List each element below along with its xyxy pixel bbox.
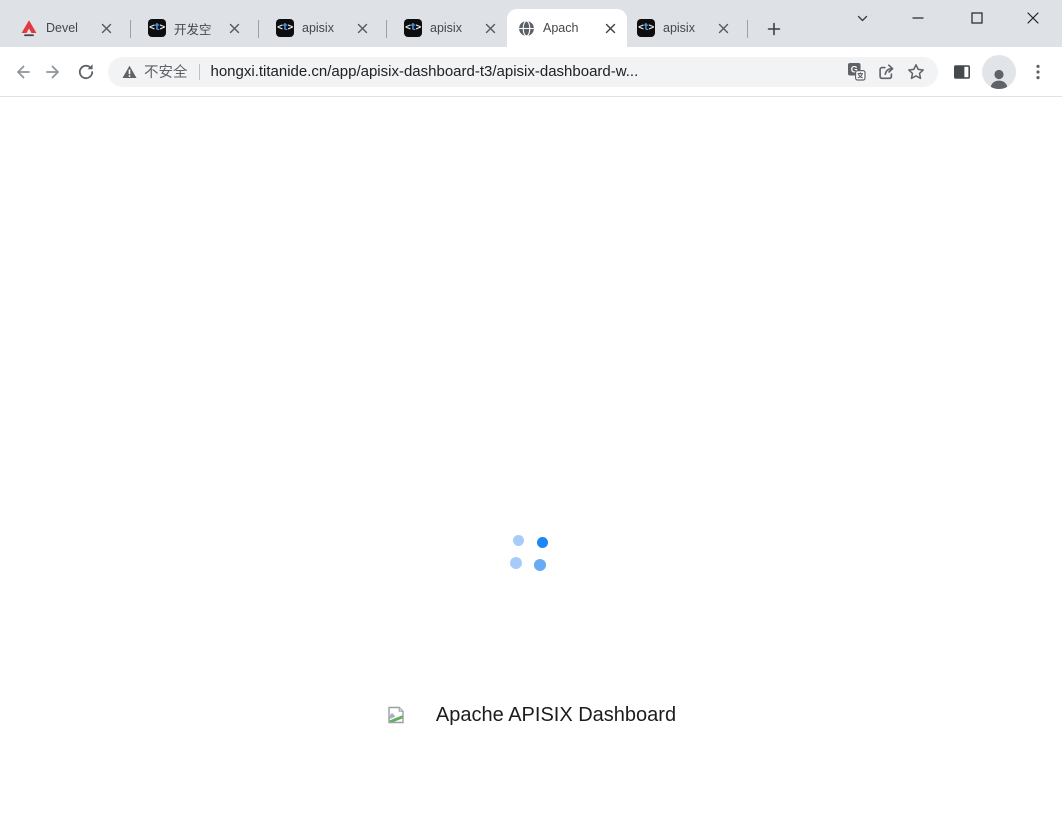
maximize-button[interactable] (965, 6, 989, 30)
page-content: Apache APISIX Dashboard (0, 97, 1062, 814)
tab-apisix-1[interactable]: <t> apisix (266, 9, 379, 47)
titanide-favicon-icon: <t> (637, 19, 655, 37)
new-tab-button[interactable] (761, 16, 787, 42)
tab-close-icon[interactable] (482, 20, 499, 37)
tab-separator (386, 20, 387, 38)
spinner-dot (510, 557, 522, 569)
tab-close-icon[interactable] (602, 20, 619, 37)
tab-separator (747, 20, 748, 38)
spinner-dot (537, 537, 548, 548)
omnibox-separator (199, 64, 200, 80)
browser-window: Devel <t> 开发空 <t> apisix <t> apisix (0, 0, 1062, 814)
tab-title: apisix (663, 21, 711, 35)
broken-image-icon (386, 705, 406, 725)
tab-close-icon[interactable] (226, 20, 243, 37)
tab-apisix-3[interactable]: <t> apisix (627, 9, 740, 47)
tab-title: Devel (46, 21, 94, 35)
fallback-alt-text: Apache APISIX Dashboard (436, 704, 676, 727)
tab-search-chevron-icon[interactable] (850, 6, 874, 30)
logo-fallback: Apache APISIX Dashboard (0, 704, 1062, 726)
back-button[interactable] (6, 56, 38, 88)
translate-icon[interactable]: G (842, 58, 870, 86)
tab-apisix-2[interactable]: <t> apisix (394, 9, 507, 47)
tab-devel[interactable]: Devel (10, 9, 123, 47)
tab-separator (258, 20, 259, 38)
spinner-dot (534, 559, 546, 571)
not-secure-label: 不安全 (144, 61, 188, 82)
apisix-logo-icon (20, 19, 38, 37)
side-panel-icon[interactable] (948, 58, 976, 86)
tab-title: apisix (430, 21, 478, 35)
share-icon[interactable] (872, 58, 900, 86)
minimize-button[interactable] (906, 6, 930, 30)
window-close-button[interactable] (1021, 6, 1045, 30)
profile-avatar[interactable] (982, 55, 1016, 89)
tab-apache-apisix-active[interactable]: Apach (507, 9, 627, 47)
menu-icon[interactable] (1024, 58, 1052, 86)
titanide-favicon-icon: <t> (148, 19, 166, 37)
tab-title: Apach (543, 21, 598, 35)
tab-close-icon[interactable] (98, 20, 115, 37)
tab-strip: Devel <t> 开发空 <t> apisix <t> apisix (0, 0, 1062, 47)
titanide-favicon-icon: <t> (404, 19, 422, 37)
tab-title: apisix (302, 21, 350, 35)
tab-close-icon[interactable] (715, 20, 732, 37)
forward-button[interactable] (38, 56, 70, 88)
tab-title: 开发空 (174, 19, 222, 38)
tab-separator (130, 20, 131, 38)
tab-devspace[interactable]: <t> 开发空 (138, 9, 251, 47)
not-secure-warning-icon[interactable] (122, 65, 137, 79)
tab-close-icon[interactable] (354, 20, 371, 37)
spinner-dot (513, 535, 524, 546)
titanide-favicon-icon: <t> (276, 19, 294, 37)
bookmark-star-icon[interactable] (902, 58, 930, 86)
address-bar[interactable]: 不安全 hongxi.titanide.cn/app/apisix-dashbo… (108, 57, 938, 87)
reload-button[interactable] (70, 56, 102, 88)
url-text: hongxi.titanide.cn/app/apisix-dashboard-… (211, 63, 841, 80)
globe-icon (517, 19, 535, 37)
browser-toolbar: 不安全 hongxi.titanide.cn/app/apisix-dashbo… (0, 47, 1062, 96)
